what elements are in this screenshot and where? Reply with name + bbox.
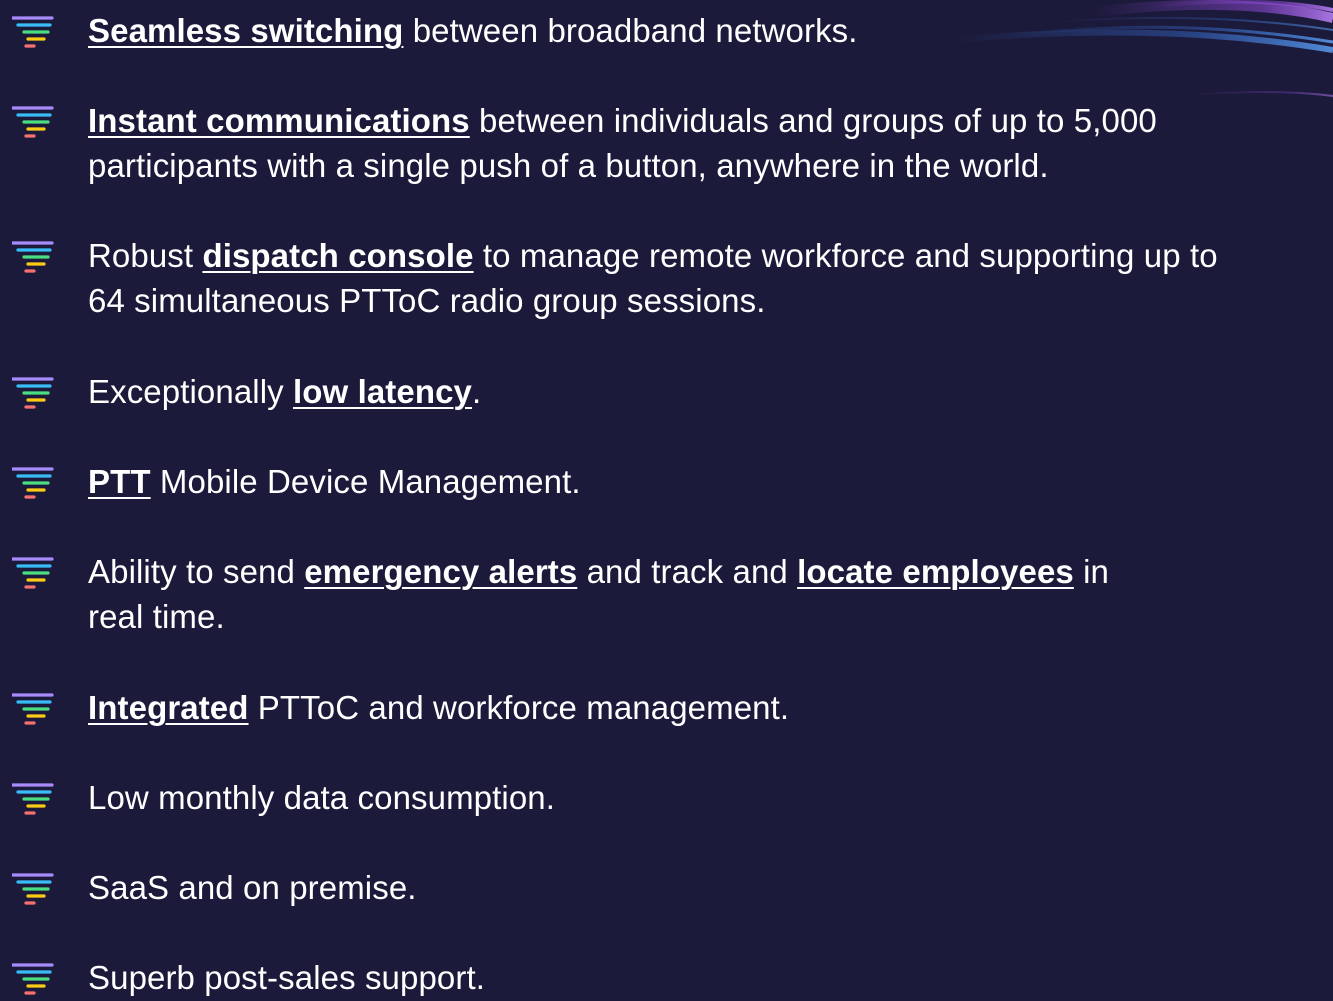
feature-description-text: between individuals and groups of up to … [469, 102, 1157, 139]
feature-text: Robust dispatch console to manage remote… [88, 233, 1333, 323]
feature-description-text: participants with a single push of a but… [88, 147, 1049, 184]
feature-text-line: SaaS and on premise. [88, 865, 1333, 910]
feature-list-icon [12, 873, 54, 905]
feature-text: Instant communications between individua… [88, 98, 1333, 188]
feature-text-line: Exceptionally low latency. [88, 369, 1333, 414]
feature-list-icon [12, 783, 54, 815]
feature-description-text: between broadband networks. [403, 12, 858, 49]
feature-description-text: 64 simultaneous PTToC radio group sessio… [88, 282, 766, 319]
feature-keyword-link[interactable]: Integrated [88, 689, 249, 726]
feature-text-line: Superb post-sales support. [88, 955, 1333, 1000]
feature-keyword-link[interactable]: emergency alerts [304, 553, 577, 590]
feature-description-text: Exceptionally [88, 373, 294, 410]
feature-list-icon [12, 377, 54, 409]
feature-description-text: and track and [577, 553, 798, 590]
feature-text-line: Integrated PTToC and workforce managemen… [88, 685, 1333, 730]
feature-text-line: Instant communications between individua… [88, 98, 1333, 143]
feature-text-line: real time. [88, 594, 1333, 639]
feature-keyword-link[interactable]: PTT [88, 463, 151, 500]
feature-list-icon [12, 963, 54, 995]
feature-list-icon [12, 106, 54, 138]
feature-keyword-link[interactable]: low latency [293, 373, 472, 410]
feature-description-text: . [472, 373, 482, 410]
feature-text: Seamless switching between broadband net… [88, 8, 1333, 53]
feature-text-line: PTT Mobile Device Management. [88, 459, 1333, 504]
feature-text: Integrated PTToC and workforce managemen… [88, 685, 1333, 730]
feature-text: Exceptionally low latency. [88, 369, 1333, 414]
feature-description-text: Low monthly data consumption. [88, 779, 555, 816]
feature-list-icon [12, 467, 54, 499]
feature-description-text: Robust [88, 237, 203, 274]
feature-list-icon [12, 241, 54, 273]
feature-keyword-link[interactable]: dispatch console [202, 237, 473, 274]
feature-text-line: Low monthly data consumption. [88, 775, 1333, 820]
feature-description-text: Ability to send [88, 553, 305, 590]
feature-list-icon [12, 693, 54, 725]
feature-text-line: Ability to send emergency alerts and tra… [88, 549, 1333, 594]
feature-text-line: participants with a single push of a but… [88, 143, 1333, 188]
feature-keyword-link[interactable]: locate employees [797, 553, 1074, 590]
feature-text: Low monthly data consumption. [88, 775, 1333, 820]
feature-text-line: 64 simultaneous PTToC radio group sessio… [88, 278, 1333, 323]
feature-description-text: to manage remote workforce and supportin… [473, 237, 1218, 274]
feature-list-icon [12, 557, 54, 589]
feature-text-line: Robust dispatch console to manage remote… [88, 233, 1333, 278]
feature-description-text: Mobile Device Management. [150, 463, 581, 500]
feature-description-text: PTToC and workforce management. [248, 689, 790, 726]
feature-description-text: Superb post-sales support. [88, 959, 485, 996]
feature-text: Ability to send emergency alerts and tra… [88, 549, 1333, 639]
feature-keyword-link[interactable]: Seamless switching [88, 12, 403, 49]
feature-description-text: SaaS and on premise. [88, 869, 417, 906]
feature-list-icon [12, 16, 54, 48]
feature-text: Superb post-sales support. [88, 955, 1333, 1000]
feature-keyword-link[interactable]: Instant communications [88, 102, 470, 139]
feature-text: PTT Mobile Device Management. [88, 459, 1333, 504]
feature-description-text: in [1073, 553, 1110, 590]
feature-text: SaaS and on premise. [88, 865, 1333, 910]
feature-text-line: Seamless switching between broadband net… [88, 8, 1333, 53]
feature-description-text: real time. [88, 598, 225, 635]
